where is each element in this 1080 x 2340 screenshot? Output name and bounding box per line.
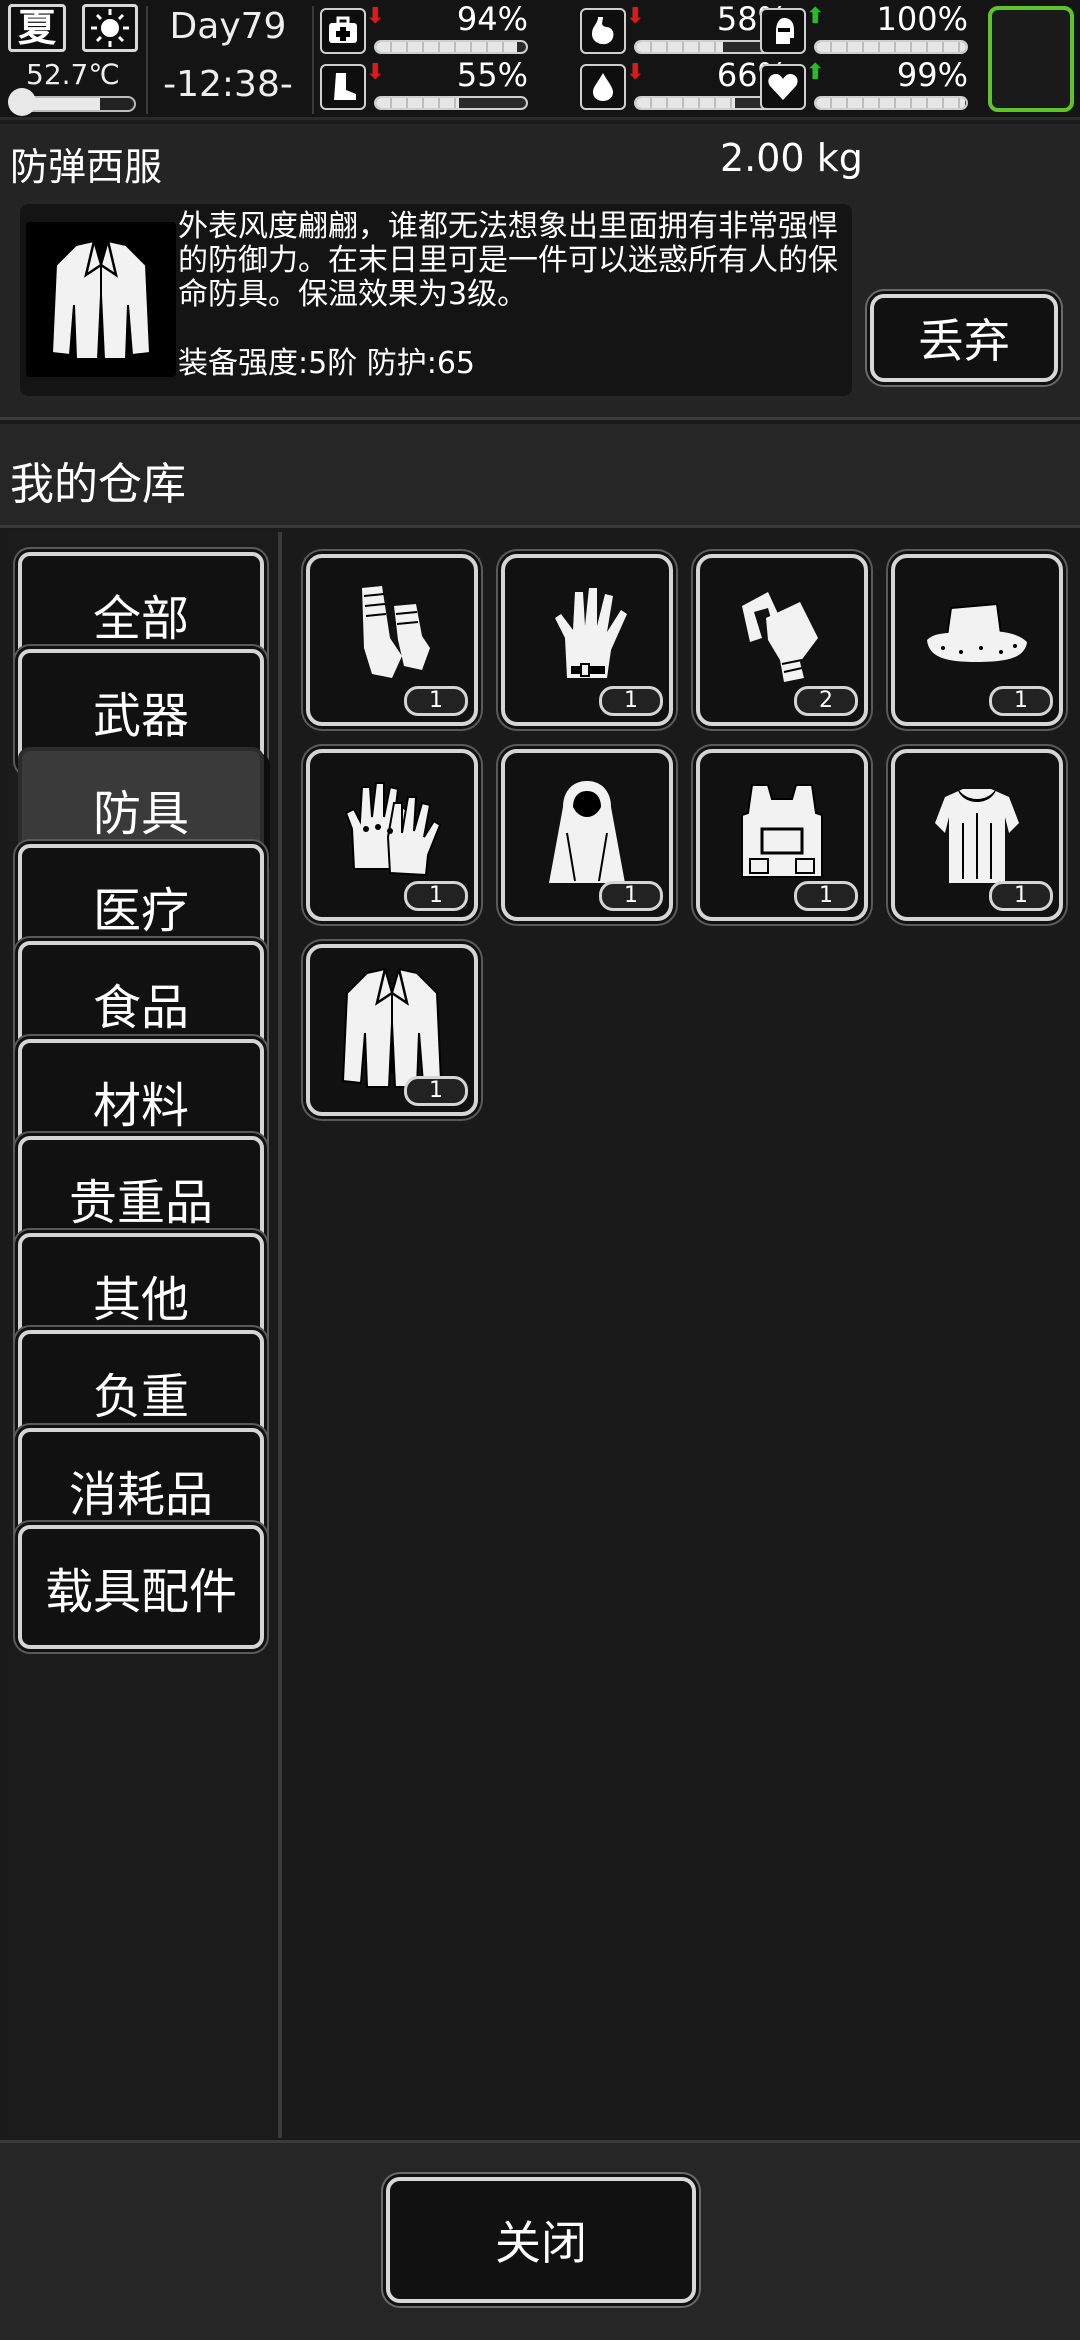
bulletproof-vest-icon <box>722 773 842 897</box>
inventory-slot[interactable]: 1 <box>306 749 478 921</box>
stat-health: ⬇ 94% <box>320 0 530 58</box>
head-icon <box>760 8 806 54</box>
item-count-badge: 1 <box>794 881 858 911</box>
item-count-badge: 1 <box>404 1076 468 1106</box>
clock: -12:38- <box>163 64 293 105</box>
trend-down-icon: ⬇ <box>626 4 645 29</box>
quick-slot-button[interactable] <box>988 6 1074 112</box>
fur-coat-icon <box>917 773 1037 897</box>
warehouse-header: 我的仓库 <box>0 424 1080 528</box>
item-stats: 装备强度:5阶 防护:65 <box>178 346 476 381</box>
tactical-gloves-icon <box>332 773 452 897</box>
item-weight: 2.00 kg <box>720 136 863 180</box>
medkit-icon <box>320 8 366 54</box>
stat-hunger: ⬇ 58% <box>580 0 790 58</box>
divider <box>146 6 148 114</box>
inventory-slot[interactable]: 1 <box>501 749 673 921</box>
water-drop-icon <box>580 64 626 110</box>
item-name: 防弹西服 <box>10 145 163 189</box>
mittens-icon <box>722 578 842 702</box>
inventory-slot[interactable]: 1 <box>696 749 868 921</box>
item-count-badge: 1 <box>404 881 468 911</box>
stat-thirst: ⬇ 66% <box>580 56 790 114</box>
item-count-badge: 2 <box>794 686 858 716</box>
trend-down-icon: ⬇ <box>366 4 385 29</box>
day-counter: Day79 <box>169 6 287 47</box>
trend-down-icon: ⬇ <box>626 60 645 85</box>
inventory-slot[interactable]: 1 <box>891 749 1063 921</box>
temperature-readout: 52.7℃ <box>26 58 120 91</box>
stat-mood: ⬆ 99% <box>760 56 970 114</box>
stat-bar-fill <box>816 42 966 52</box>
stat-bar-fill <box>816 98 965 108</box>
stat-bar <box>374 96 528 110</box>
divider <box>312 6 314 114</box>
trend-up-icon: ⬆ <box>806 4 825 29</box>
category-sidebar: 全部 武器 防具 医疗 食品 材料 贵重品 其他 负重 消耗品 载具配件 <box>4 532 282 2138</box>
stat-bar-fill <box>636 42 723 52</box>
inventory-slot[interactable]: 1 <box>891 554 1063 726</box>
category-tab[interactable]: 载具配件 <box>18 1525 264 1649</box>
stat-bar-fill <box>376 42 517 52</box>
item-description: 外表风度翩翩，谁都无法想象出里面拥有非常强悍的防御力。在末日里可是一件可以迷惑所… <box>178 209 838 312</box>
hooded-cloak-icon <box>527 773 647 897</box>
status-bar: 夏 52.7℃ Day79 -12:38- ⬇ 94% ⬇ 58% ⬆ 100% ⬇ 55% ⬇… <box>0 0 1080 120</box>
stat-value: 99% <box>896 56 968 94</box>
item-description-box: 外表风度翩翩，谁都无法想象出里面拥有非常强悍的防御力。在末日里可是一件可以迷惑所… <box>20 204 852 396</box>
stomach-icon <box>580 8 626 54</box>
stat-bar <box>374 40 528 54</box>
item-count-badge: 1 <box>989 881 1053 911</box>
bandaged-arms-icon <box>332 578 452 702</box>
trend-up-icon: ⬆ <box>806 60 825 85</box>
glove-icon <box>527 578 647 702</box>
heart-icon <box>760 64 806 110</box>
inventory-slot[interactable]: 1 <box>501 554 673 726</box>
stat-bar-fill <box>636 98 735 108</box>
item-detail-panel: 防弹西服 2.00 kg 外表风度翩翩，谁都无法想象出里面拥有非常强悍的防御力。… <box>0 124 1080 420</box>
sun-icon <box>82 4 138 52</box>
stat-value: 100% <box>876 0 968 38</box>
fur-hat-icon <box>917 578 1037 702</box>
inventory-grid: 1 1 2 1 1 1 1 1 1 <box>290 536 1076 2136</box>
item-count-badge: 1 <box>404 686 468 716</box>
item-count-badge: 1 <box>599 881 663 911</box>
trend-down-icon: ⬇ <box>366 60 385 85</box>
stat-stamina: ⬇ 55% <box>320 56 530 114</box>
foot-icon <box>320 64 366 110</box>
stat-bar-fill <box>376 98 459 108</box>
item-count-badge: 1 <box>599 686 663 716</box>
warehouse-title: 我的仓库 <box>10 459 186 510</box>
season-indicator: 夏 <box>8 4 66 52</box>
footer: 关闭 <box>0 2140 1080 2340</box>
stat-value: 55% <box>456 56 528 94</box>
suit-jacket-icon <box>26 222 176 377</box>
stat-sanity: ⬆ 100% <box>760 0 970 58</box>
inventory-slot[interactable]: 1 <box>306 554 478 726</box>
discard-button[interactable]: 丢弃 <box>870 294 1058 382</box>
thermometer-icon <box>8 88 36 116</box>
stat-bar <box>814 40 968 54</box>
inventory-slot[interactable]: 1 <box>306 944 478 1116</box>
stat-bar <box>814 96 968 110</box>
item-count-badge: 1 <box>989 686 1053 716</box>
stat-value: 94% <box>456 0 528 38</box>
inventory-slot[interactable]: 2 <box>696 554 868 726</box>
close-button[interactable]: 关闭 <box>386 2177 696 2303</box>
